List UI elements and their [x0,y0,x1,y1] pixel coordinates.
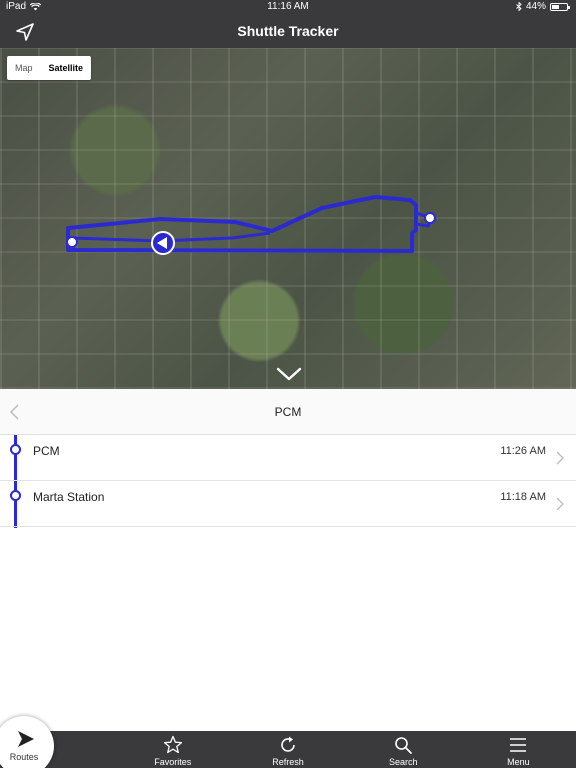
stop-time: 11:18 AM [500,491,546,503]
tab-favorites[interactable]: Favorites [115,731,230,768]
chevron-right-icon [556,497,564,511]
status-right: 44% [516,1,570,12]
menu-icon [510,738,527,752]
stop-dot-icon [10,444,21,455]
star-icon [163,735,182,754]
tab-label: Favorites [154,757,192,767]
tab-routes[interactable]: Routes [0,716,54,768]
refresh-icon [281,736,295,752]
status-bar: iPad 11:16 AM 44% [0,0,576,14]
stop-name: PCM [33,444,60,458]
stop-marker-marta [66,236,78,248]
battery-percent: 44% [525,1,546,12]
stop-list: PCM 11:26 AM Marta Station 11:18 AM [0,435,576,527]
bluetooth-icon [516,2,522,11]
tab-label: Refresh [272,757,304,767]
status-time: 11:16 AM [267,1,309,12]
list-item[interactable]: Marta Station 11:18 AM [0,481,576,527]
play-icon [18,731,34,747]
page-title: Shuttle Tracker [237,23,339,39]
tab-refresh[interactable]: Refresh [230,731,345,768]
route-path [66,195,418,253]
tab-menu[interactable]: Menu [461,731,576,768]
stop-name: Marta Station [33,490,105,504]
route-title: PCM [274,405,302,419]
tab-label: Menu [507,757,530,767]
search-icon [395,737,413,754]
stop-time: 11:26 AM [500,445,546,457]
satellite-map[interactable]: Map Satellite [0,48,576,389]
battery-icon [550,2,570,11]
tab-label: Routes [9,752,39,762]
chevron-down-icon[interactable] [276,366,302,382]
list-item[interactable]: PCM 11:26 AM [0,435,576,481]
stop-marker-pcm [424,212,436,224]
tab-search[interactable]: Search [346,731,461,768]
nav-bar: Shuttle Tracker [0,14,576,48]
stop-dot-icon [10,490,21,501]
tab-bar: Favorites Refresh Search Menu [0,731,576,768]
chevron-right-icon [556,451,564,465]
route-header: PCM [0,389,576,435]
route-overlay [66,195,436,255]
tab-label: Search [388,757,418,767]
